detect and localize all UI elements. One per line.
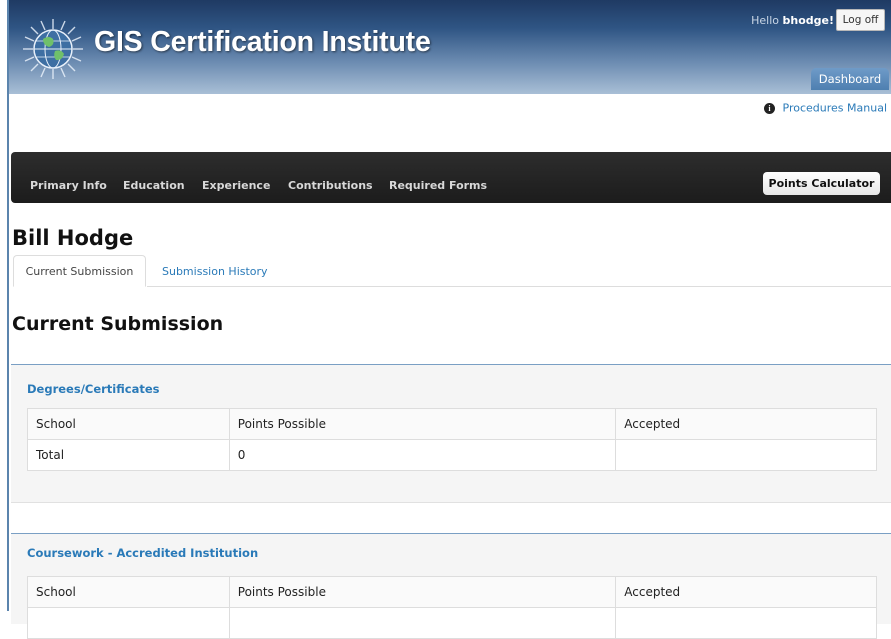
panel-degrees-certificates: Degrees/Certificates School Points Possi…: [11, 364, 891, 503]
degrees-table: School Points Possible Accepted Total 0: [27, 408, 877, 471]
nav-item-primary-info[interactable]: Primary Info: [30, 179, 107, 192]
column-header-school: School: [27, 576, 230, 608]
table-row: [27, 607, 877, 639]
site-title: GIS Certification Institute: [94, 26, 431, 58]
globe-logo-icon: [23, 19, 83, 79]
main-navbar: Primary Info Education Experience Contri…: [11, 152, 891, 203]
coursework-table: School Points Possible Accepted: [27, 576, 877, 639]
tab-current-submission[interactable]: Current Submission: [13, 255, 146, 287]
info-circle-icon: i: [764, 102, 776, 114]
user-greeting: Hello bhodge!: [751, 14, 834, 27]
procedures-manual-link[interactable]: i Procedures Manual: [764, 101, 887, 115]
nav-item-contributions[interactable]: Contributions: [288, 179, 373, 192]
site-header: GIS Certification Institute Hello bhodge…: [9, 0, 891, 94]
dashboard-tab[interactable]: Dashboard: [811, 68, 889, 90]
person-name-heading: Bill Hodge: [12, 226, 134, 250]
panel-title: Coursework - Accredited Institution: [27, 546, 259, 560]
panel-title: Degrees/Certificates: [27, 382, 160, 396]
total-accepted-value: [615, 439, 877, 471]
greeting-prefix: Hello: [751, 14, 779, 27]
section-heading: Current Submission: [12, 313, 224, 335]
table-row-total: Total 0: [27, 439, 877, 471]
tab-strip-divider: [147, 286, 891, 287]
table-header-row: School Points Possible Accepted: [27, 576, 877, 608]
table-cell: [615, 607, 877, 639]
panel-coursework-accredited: Coursework - Accredited Institution Scho…: [11, 533, 891, 639]
username: bhodge!: [782, 14, 835, 27]
table-header-row: School Points Possible Accepted: [27, 408, 877, 440]
column-header-school: School: [27, 408, 230, 440]
total-label: Total: [27, 439, 230, 471]
nav-item-education[interactable]: Education: [123, 179, 185, 192]
table-cell: [228, 607, 617, 639]
column-header-points-possible: Points Possible: [228, 408, 617, 440]
total-points-value: 0: [228, 439, 617, 471]
column-header-accepted: Accepted: [615, 408, 877, 440]
table-cell: [27, 607, 230, 639]
column-header-points-possible: Points Possible: [228, 576, 617, 608]
points-calculator-button[interactable]: Points Calculator: [763, 172, 880, 195]
tab-submission-history[interactable]: Submission History: [162, 265, 268, 278]
procedures-manual-label: Procedures Manual: [782, 101, 887, 115]
nav-item-experience[interactable]: Experience: [202, 179, 270, 192]
column-header-accepted: Accepted: [615, 576, 877, 608]
nav-item-required-forms[interactable]: Required Forms: [389, 179, 487, 192]
log-off-button[interactable]: Log off: [836, 9, 885, 31]
